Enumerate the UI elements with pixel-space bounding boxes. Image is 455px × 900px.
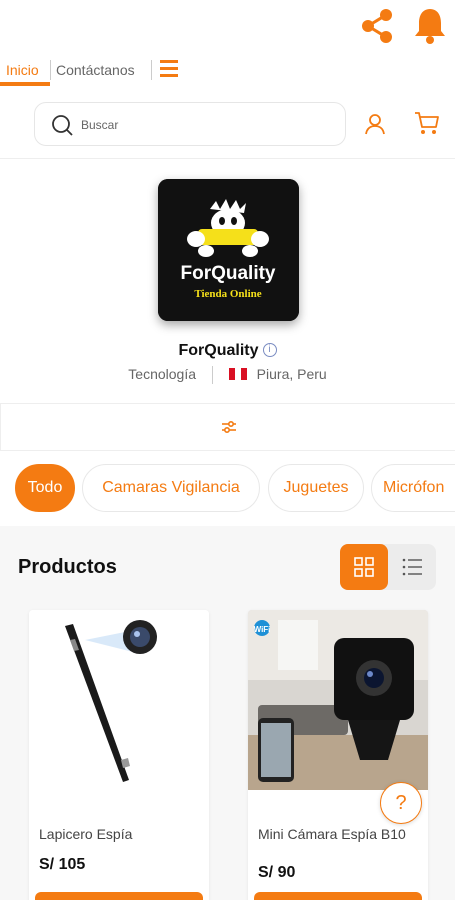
filter-bar[interactable] xyxy=(0,403,455,451)
view-toggle xyxy=(340,544,436,590)
nav-home-link[interactable]: Inicio xyxy=(6,62,39,78)
bell-icon[interactable] xyxy=(412,6,448,44)
help-button[interactable]: ? xyxy=(380,782,422,824)
store-name: ForQuality xyxy=(178,342,259,359)
active-tab-indicator xyxy=(0,82,50,86)
category-chip-cameras[interactable]: Camaras Vigilancia xyxy=(82,464,260,512)
product-image-spy-pen xyxy=(29,610,209,790)
product-card[interactable]: Lapicero Espía S/ 105 xyxy=(29,610,209,900)
products-title: Productos xyxy=(18,556,117,578)
store-logo-graphic: ForQuality Tienda Online xyxy=(158,179,299,321)
cart-icon[interactable] xyxy=(414,110,440,136)
product-price: S/ 105 xyxy=(39,856,86,873)
grid-view-button[interactable] xyxy=(340,544,388,590)
info-icon[interactable]: i xyxy=(262,343,277,357)
add-to-cart-button[interactable] xyxy=(35,892,203,900)
svg-text:WiFi: WiFi xyxy=(254,625,271,634)
store-category: Tecnología xyxy=(128,366,196,382)
top-nav: Inicio Contáctanos xyxy=(0,54,455,88)
category-chip-toys[interactable]: Juguetes xyxy=(268,464,364,512)
menu-icon[interactable] xyxy=(160,60,178,80)
store-logo: ForQuality Tienda Online xyxy=(158,179,299,321)
list-view-icon xyxy=(402,558,422,576)
search-input[interactable] xyxy=(81,113,331,137)
logo-subtext: Tienda Online xyxy=(194,288,261,300)
product-price: S/ 90 xyxy=(258,864,296,881)
logo-text: ForQuality xyxy=(180,263,275,284)
category-chip-microphones[interactable]: Micrófon xyxy=(371,464,455,512)
share-icon[interactable] xyxy=(357,6,397,46)
user-icon[interactable] xyxy=(363,112,387,136)
add-to-cart-button[interactable] xyxy=(254,892,422,900)
divider xyxy=(0,158,455,159)
product-name: Lapicero Espía xyxy=(39,826,133,842)
product-name: Mini Cámara Espía B10 xyxy=(258,826,406,842)
product-card[interactable]: WiFi Mini Cámara Espía B10 S/ 90 xyxy=(248,610,428,900)
category-chip-all[interactable]: Todo xyxy=(15,464,75,512)
meta-divider xyxy=(211,366,213,385)
product-image-mini-camera: WiFi xyxy=(248,610,428,790)
nav-divider xyxy=(151,60,152,80)
category-chips: Todo Camaras Vigilancia Juguetes Micrófo… xyxy=(0,464,455,514)
search-icon[interactable] xyxy=(51,114,73,136)
nav-contact-link[interactable]: Contáctanos xyxy=(56,62,135,78)
filter-icon[interactable] xyxy=(220,418,238,436)
products-section: Productos Lapicero Espía S/ 105 WiFi Min… xyxy=(0,526,455,900)
grid-view-icon xyxy=(354,557,374,577)
search-box xyxy=(34,102,346,146)
store-name-row: ForQuality i xyxy=(0,342,455,360)
store-location: Piura, Peru xyxy=(256,366,327,382)
store-meta: Tecnología Piura, Peru xyxy=(0,366,455,385)
nav-divider xyxy=(50,60,51,80)
top-bar xyxy=(0,0,455,52)
peru-flag-icon xyxy=(228,368,247,380)
list-view-button[interactable] xyxy=(388,544,436,590)
